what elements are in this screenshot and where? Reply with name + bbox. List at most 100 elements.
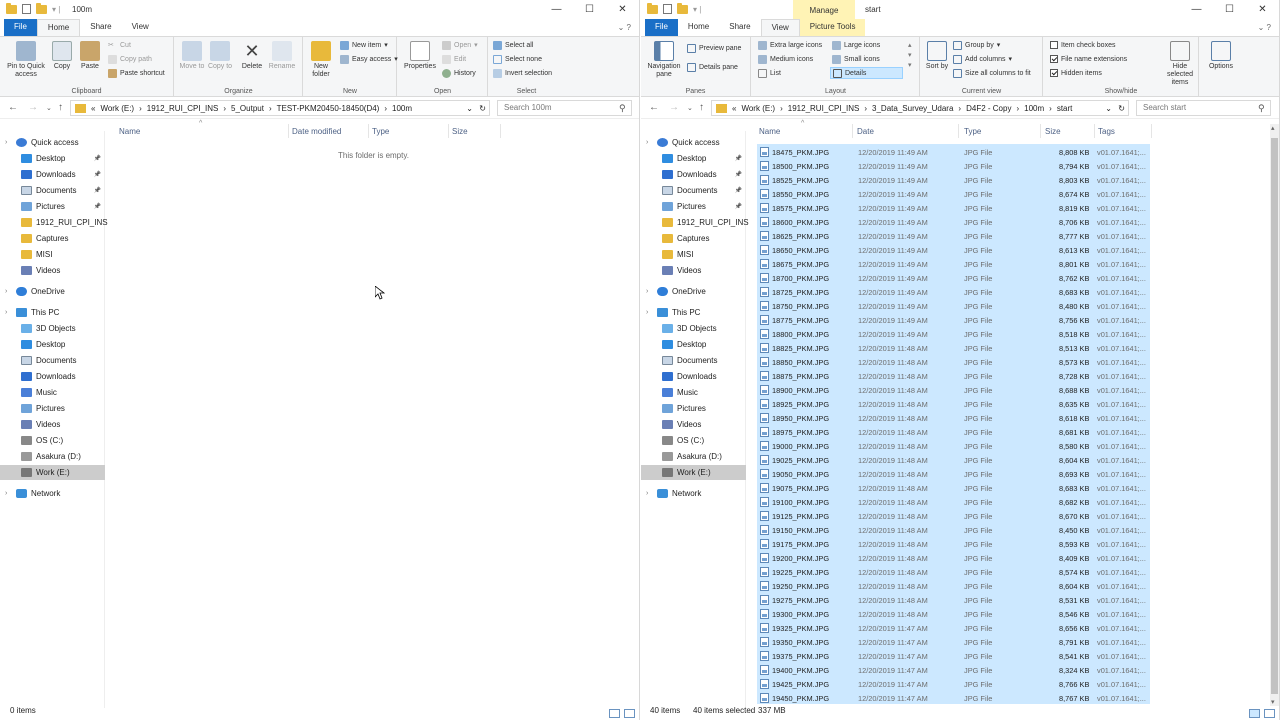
scroll-down-icon[interactable]: ▾ (1271, 698, 1275, 706)
refresh-icon[interactable]: ↻ (1118, 104, 1125, 113)
breadcrumb-item[interactable]: D4F2 - Copy (966, 104, 1011, 113)
move-to-button[interactable]: Move to (179, 41, 205, 71)
large-icons-view-icon[interactable] (624, 709, 635, 718)
file-row[interactable]: 19125_PKM.JPG 12/20/2019 11:48 AM JPG File… (757, 508, 1150, 522)
pin-to-quick-access-button[interactable]: Pin to Quick access (4, 41, 48, 79)
breadcrumb-item[interactable]: start (1057, 104, 1073, 113)
file-row[interactable]: 19150_PKM.JPG 12/20/2019 11:48 AM JPG File… (757, 522, 1150, 536)
file-row[interactable]: 19000_PKM.JPG 12/20/2019 11:48 AM JPG File… (757, 438, 1150, 452)
nav-quick-access-item[interactable]: MISI (641, 247, 746, 262)
breadcrumb-item[interactable]: 5_Output (231, 104, 264, 113)
file-row[interactable]: 18650_PKM.JPG 12/20/2019 11:49 AM JPG File… (757, 242, 1150, 256)
file-row[interactable]: 19225_PKM.JPG 12/20/2019 11:48 AM JPG File… (757, 564, 1150, 578)
file-row[interactable]: 19250_PKM.JPG 12/20/2019 11:48 AM JPG File… (757, 578, 1150, 592)
nav-quick-access[interactable]: › Quick access (0, 135, 105, 150)
customize-qat-icon[interactable]: ▾ | (52, 5, 60, 14)
details-pane-button[interactable]: Details pane (687, 61, 738, 73)
nav-this-pc[interactable]: › This PC (0, 305, 105, 320)
column-divider[interactable] (448, 124, 449, 138)
column-divider[interactable] (368, 124, 369, 138)
breadcrumb-item[interactable]: 3_Data_Survey_Udara (872, 104, 953, 113)
nav-quick-access-item[interactable]: Captures (641, 231, 746, 246)
help-icon[interactable]: ⌄ ? (1258, 23, 1271, 32)
nav-quick-access-item[interactable]: Downloads 📌 (641, 167, 746, 182)
nav-quick-access-item[interactable]: Documents 📌 (0, 183, 105, 198)
file-row[interactable]: 18625_PKM.JPG 12/20/2019 11:49 AM JPG File… (757, 228, 1150, 242)
edit-button[interactable]: Edit (442, 53, 466, 65)
breadcrumb-item[interactable]: 100m (1024, 104, 1044, 113)
expand-chevron-icon[interactable]: › (646, 288, 648, 295)
nav-this-pc-item[interactable]: Music (641, 385, 746, 400)
details-view-icon[interactable] (1249, 709, 1260, 718)
minimize-icon[interactable]: — (1180, 0, 1213, 20)
nav-this-pc-item[interactable]: Pictures (0, 401, 105, 416)
tab-home[interactable]: Home (678, 19, 719, 36)
nav-quick-access-item[interactable]: Pictures 📌 (0, 199, 105, 214)
large-icons-view-icon[interactable] (1264, 709, 1275, 718)
file-row[interactable]: 18475_PKM.JPG 12/20/2019 11:49 AM JPG File… (757, 144, 1150, 158)
file-row[interactable]: 18700_PKM.JPG 12/20/2019 11:49 AM JPG File… (757, 270, 1150, 284)
column-date-modified[interactable]: Date modified (292, 127, 341, 136)
details-view-icon[interactable] (609, 709, 620, 718)
copy-button[interactable]: Copy (50, 41, 74, 71)
file-row[interactable]: 18975_PKM.JPG 12/20/2019 11:48 AM JPG File… (757, 424, 1150, 438)
history-button[interactable]: History (442, 67, 476, 79)
file-row[interactable]: 18725_PKM.JPG 12/20/2019 11:49 AM JPG File… (757, 284, 1150, 298)
up-icon[interactable]: ↑ (58, 102, 63, 113)
select-none-button[interactable]: Select none (493, 53, 542, 65)
file-row[interactable]: 18500_PKM.JPG 12/20/2019 11:49 AM JPG File… (757, 158, 1150, 172)
close-icon[interactable]: ✕ (606, 0, 639, 20)
tab-file[interactable]: File (4, 19, 37, 36)
tab-share[interactable]: Share (719, 19, 760, 36)
column-name[interactable]: Name (119, 127, 140, 136)
breadcrumb-item[interactable]: 1912_RUI_CPI_INS (147, 104, 219, 113)
item-check-boxes-toggle[interactable]: Item check boxes (1050, 39, 1115, 51)
nav-this-pc-item[interactable]: Music (0, 385, 105, 400)
file-row[interactable]: 18550_PKM.JPG 12/20/2019 11:49 AM JPG File… (757, 186, 1150, 200)
search-input[interactable]: Search 100m (497, 100, 632, 116)
scrollbar-thumb[interactable] (1271, 138, 1278, 694)
file-row[interactable]: 18950_PKM.JPG 12/20/2019 11:48 AM JPG File… (757, 410, 1150, 424)
recent-locations-icon[interactable]: ⌄ (46, 104, 52, 112)
expand-chevron-icon[interactable]: › (5, 288, 7, 295)
file-row[interactable]: 18600_PKM.JPG 12/20/2019 11:49 AM JPG File… (757, 214, 1150, 228)
file-row[interactable]: 18750_PKM.JPG 12/20/2019 11:49 AM JPG File… (757, 298, 1150, 312)
column-size[interactable]: Size (1045, 127, 1061, 136)
checkbox-checked[interactable] (1050, 69, 1058, 77)
sort-by-button[interactable]: Sort by (925, 41, 949, 71)
customize-qat-icon[interactable]: ▾ | (693, 5, 701, 14)
file-row[interactable]: 18825_PKM.JPG 12/20/2019 11:48 AM JPG File… (757, 340, 1150, 354)
invert-selection-button[interactable]: Invert selection (493, 67, 552, 79)
nav-quick-access-item[interactable]: 1912_RUI_CPI_INS (0, 215, 108, 230)
add-columns-button[interactable]: Add columns ▾ (953, 53, 1012, 65)
file-row[interactable]: 19100_PKM.JPG 12/20/2019 11:48 AM JPG File… (757, 494, 1150, 508)
new-folder-icon[interactable] (36, 2, 47, 14)
properties-icon[interactable] (663, 4, 672, 14)
layout-scroll-icon[interactable]: ▴ ▾ ▾ (908, 41, 912, 71)
nav-this-pc-item[interactable]: Documents (0, 353, 105, 368)
checkbox-checked[interactable] (1050, 55, 1058, 63)
column-divider[interactable] (1040, 124, 1041, 138)
forward-icon[interactable]: → (669, 102, 679, 113)
tab-share[interactable]: Share (80, 19, 121, 36)
details-option[interactable]: Details (830, 67, 903, 79)
tab-home[interactable]: Home (36, 19, 81, 36)
nav-this-pc-item[interactable]: Documents (641, 353, 746, 368)
file-row[interactable]: 19375_PKM.JPG 12/20/2019 11:47 AM JPG File… (757, 648, 1150, 662)
nav-this-pc-item[interactable]: Desktop (0, 337, 105, 352)
large-icons-option[interactable]: Large icons (832, 39, 880, 51)
file-row[interactable]: 18800_PKM.JPG 12/20/2019 11:49 AM JPG File… (757, 326, 1150, 340)
new-folder-icon[interactable] (677, 2, 688, 14)
pin-icon[interactable]: 📌 (94, 171, 101, 178)
tab-file[interactable]: File (645, 19, 678, 36)
file-row[interactable]: 18850_PKM.JPG 12/20/2019 11:48 AM JPG File… (757, 354, 1150, 368)
pin-icon[interactable]: 📌 (94, 203, 101, 210)
column-divider[interactable] (1151, 124, 1152, 138)
recent-locations-icon[interactable]: ⌄ (687, 104, 693, 112)
file-row[interactable]: 19300_PKM.JPG 12/20/2019 11:48 AM JPG File… (757, 606, 1150, 620)
manage-context-tab[interactable]: Manage (793, 0, 855, 20)
breadcrumb-item[interactable]: Work (E:) (100, 104, 134, 113)
small-icons-option[interactable]: Small icons (832, 53, 880, 65)
copy-path-button[interactable]: Copy path (108, 53, 152, 65)
nav-this-pc-item[interactable]: Asakura (D:) (641, 449, 746, 464)
